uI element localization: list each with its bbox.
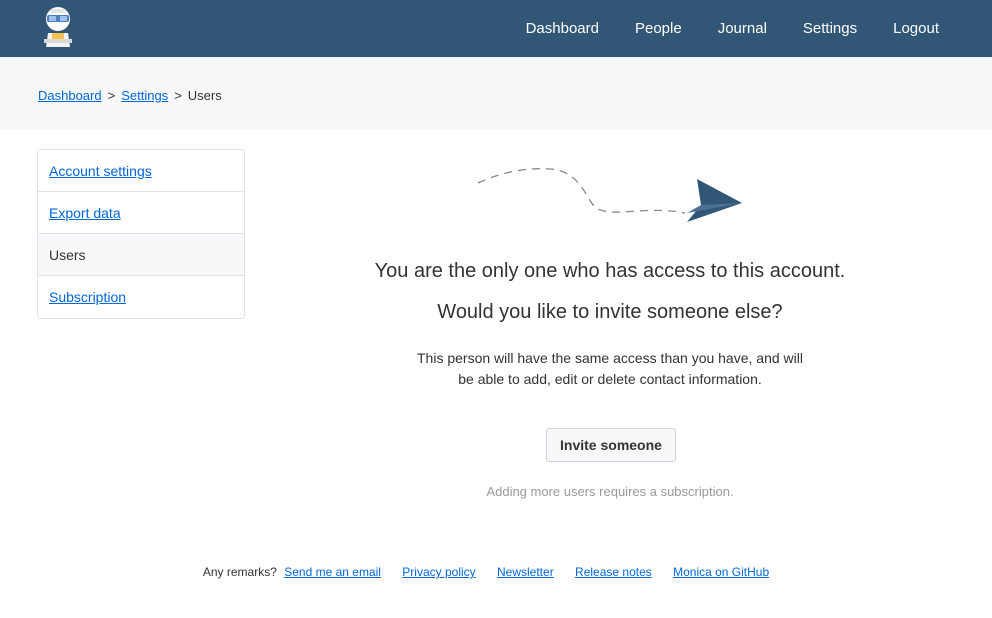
footer: Any remarks? Send me an email Privacy po… xyxy=(0,565,972,579)
top-navbar: Dashboard People Journal Settings Logout xyxy=(0,0,992,57)
subscription-note: Adding more users requires a subscriptio… xyxy=(486,484,734,499)
breadcrumb-separator: > xyxy=(107,88,116,103)
breadcrumb-current: Users xyxy=(187,88,222,103)
nav-settings[interactable]: Settings xyxy=(803,0,857,57)
breadcrumb-bar: Dashboard > Settings > Users xyxy=(0,57,992,129)
main-nav: Dashboard People Journal Settings Logout xyxy=(490,0,939,57)
footer-link-privacy[interactable]: Privacy policy xyxy=(402,565,475,579)
sidebar-item-users: Users xyxy=(38,234,244,276)
sidebar-item-account-settings: Account settings xyxy=(38,150,244,192)
sidebar-item-export-data: Export data xyxy=(38,192,244,234)
sidebar-label-users: Users xyxy=(49,247,86,263)
breadcrumb-settings[interactable]: Settings xyxy=(121,88,168,103)
footer-link-release-notes[interactable]: Release notes xyxy=(575,565,652,579)
monica-logo-icon[interactable] xyxy=(38,5,78,47)
breadcrumb: Dashboard > Settings > Users xyxy=(38,88,222,103)
nav-logout[interactable]: Logout xyxy=(893,0,939,57)
sidebar-link-account-settings[interactable]: Account settings xyxy=(49,163,152,179)
nav-dashboard[interactable]: Dashboard xyxy=(526,0,599,57)
footer-remark-label: Any remarks? xyxy=(202,565,277,579)
nav-journal[interactable]: Journal xyxy=(718,0,767,57)
settings-sidebar: Account settings Export data Users Subsc… xyxy=(37,149,245,319)
footer-link-github[interactable]: Monica on GitHub xyxy=(673,565,769,579)
paper-plane-icon xyxy=(477,168,742,222)
invite-question-headline: Would you like to invite someone else? xyxy=(437,301,783,323)
sidebar-link-export-data[interactable]: Export data xyxy=(49,205,121,221)
invite-description: This person will have the same access th… xyxy=(417,350,803,387)
sidebar-link-subscription[interactable]: Subscription xyxy=(49,289,126,305)
sidebar-item-subscription: Subscription xyxy=(38,276,244,318)
nav-people[interactable]: People xyxy=(635,0,682,57)
footer-link-email[interactable]: Send me an email xyxy=(284,565,381,579)
only-user-headline: You are the only one who has access to t… xyxy=(374,260,846,282)
footer-link-newsletter[interactable]: Newsletter xyxy=(497,565,554,579)
breadcrumb-dashboard[interactable]: Dashboard xyxy=(38,88,102,103)
invite-someone-button[interactable]: Invite someone xyxy=(546,428,676,462)
breadcrumb-separator: > xyxy=(174,88,182,103)
